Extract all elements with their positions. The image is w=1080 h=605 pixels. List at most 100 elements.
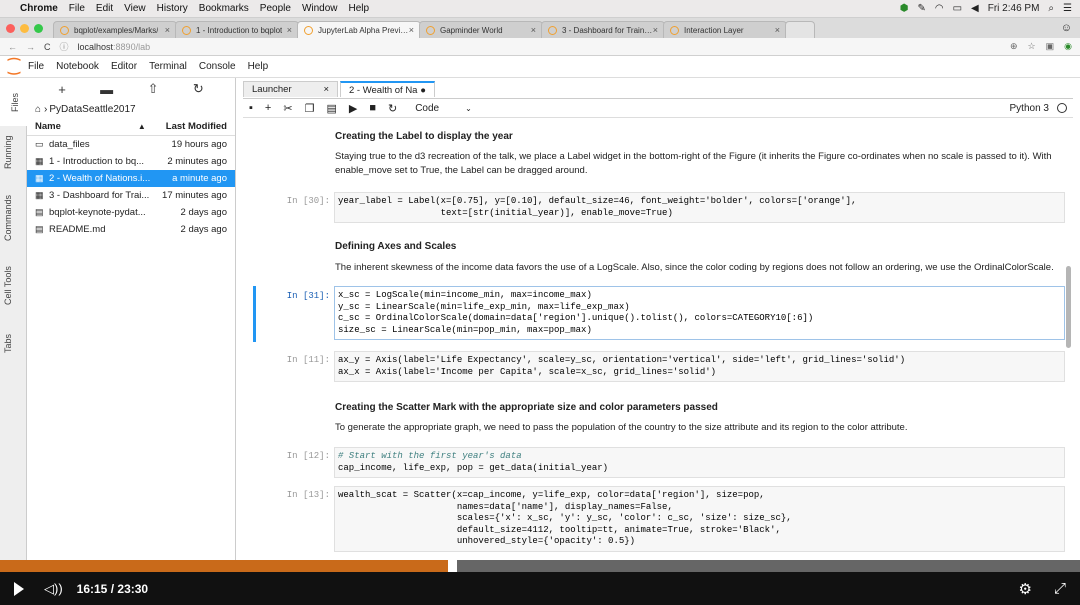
clock[interactable]: Fri 2:46 PM [988,3,1040,14]
volume-icon[interactable]: ◁)) [44,581,63,597]
insert-cell-icon[interactable]: + [265,102,271,114]
browser-tab-label: JupyterLab Alpha Preview [318,25,409,35]
jlab-menu-console[interactable]: Console [199,61,236,72]
side-tab-cell-tools[interactable]: Cell Tools [3,261,23,311]
close-tab-icon[interactable]: × [165,25,170,35]
breadcrumb-folder[interactable]: PyDataSeattle2017 [49,104,135,115]
side-tab-files[interactable]: Files [0,78,27,126]
menu-bookmarks[interactable]: Bookmarks [199,3,249,14]
code-cell[interactable]: ax_y = Axis(label='Life Expectancy', sca… [334,351,1065,382]
browser-tab[interactable]: Interaction Layer × [663,21,787,38]
file-row[interactable]: ▦ 1 - Introduction to bq... 2 minutes ago [27,153,235,170]
copy-icon[interactable]: ❐ [305,102,315,115]
save-icon[interactable]: ▪ [249,102,253,114]
close-tab-icon[interactable]: × [323,84,329,95]
code-cell[interactable]: # Start with the first year's data cap_in… [334,447,1065,478]
back-icon[interactable]: ← [8,42,17,52]
file-row[interactable]: ▤ README.md 2 days ago [27,221,235,238]
menu-file[interactable]: File [69,3,85,14]
jlab-menu-editor[interactable]: Editor [111,61,137,72]
file-row[interactable]: ▭ data_files 19 hours ago [27,136,235,153]
jlab-menu-terminal[interactable]: Terminal [149,61,187,72]
fullscreen-icon[interactable]: ⤢ [1054,580,1066,598]
jlab-menu-notebook[interactable]: Notebook [56,61,99,72]
cut-icon[interactable]: ✂ [283,102,292,115]
jlab-menu-file[interactable]: File [28,61,44,72]
settings-gear-icon[interactable]: ⚙ [1019,580,1032,598]
file-row[interactable]: ▦ 2 - Wealth of Nations.i... a minute ago [27,170,235,187]
markdown-cell[interactable]: Creating the Scatter Mark with the appro… [335,401,1060,435]
side-tab-commands[interactable]: Commands [3,188,23,248]
menu-edit[interactable]: Edit [96,3,113,14]
notification-icon[interactable]: ☰ [1063,3,1072,14]
zoom-icon[interactable]: ⊕ [1010,41,1018,52]
paste-icon[interactable]: ▤ [326,102,336,115]
sort-caret-icon[interactable]: ▲ [138,122,146,131]
upload-icon[interactable]: ⇧ [148,81,159,97]
extension-green-icon[interactable]: ◉ [1064,41,1072,52]
video-scrubber[interactable] [448,560,458,572]
menu-app-name[interactable]: Chrome [20,3,58,14]
run-icon[interactable]: ▶ [349,102,357,115]
minimize-window-button[interactable] [20,23,29,33]
close-tab-icon[interactable]: × [653,25,658,35]
reload-icon[interactable]: C [44,42,51,52]
close-window-button[interactable] [6,23,15,33]
jlab-menu-help[interactable]: Help [248,61,269,72]
menu-history[interactable]: History [157,3,188,14]
refresh-icon[interactable]: ↻ [193,81,204,97]
tab-launcher[interactable]: Launcher × [243,81,338,97]
shield-icon[interactable]: ⬢ [900,3,909,14]
cell-type-select[interactable]: Code [415,103,439,114]
tab-wealth-of-nations[interactable]: 2 - Wealth of Na ● [340,81,435,97]
close-tab-icon[interactable]: × [409,25,414,35]
forward-icon[interactable]: → [26,42,35,52]
menu-window[interactable]: Window [302,3,338,14]
close-tab-icon[interactable]: × [531,25,536,35]
stop-icon[interactable]: ■ [369,102,376,114]
menu-help[interactable]: Help [349,3,370,14]
side-tab-tabs[interactable]: Tabs [3,328,23,358]
info-icon[interactable]: ⓘ [60,40,69,53]
unsaved-dot-icon[interactable]: ● [420,85,426,96]
file-row[interactable]: ▦ 3 - Dashboard for Trai... 17 minutes ago [27,187,235,204]
browser-tab[interactable]: Gapminder World × [419,21,543,38]
wifi-icon[interactable]: ◠ [935,3,944,14]
play-icon[interactable] [14,582,24,596]
volume-icon[interactable]: ◀ [971,3,979,14]
markdown-cell[interactable]: Defining Axes and Scales The inherent sk… [335,240,1060,275]
zoom-window-button[interactable] [34,23,43,33]
close-tab-icon[interactable]: × [287,25,292,35]
markdown-cell[interactable]: Creating the Label to display the year S… [335,130,1060,178]
display-icon[interactable]: ▭ [953,3,962,14]
new-tab-button[interactable] [785,21,815,38]
browser-tab[interactable]: 1 - Introduction to bqplot × [175,21,299,38]
bookmark-star-icon[interactable]: ☆ [1028,41,1036,52]
spotlight-icon[interactable]: ⌕ [1048,3,1054,14]
column-last-modified[interactable]: Last Modified [166,121,227,132]
side-tab-running[interactable]: Running [3,130,23,174]
menu-view[interactable]: View [124,3,146,14]
evernote-icon[interactable]: ✎ [917,3,925,14]
kernel-name[interactable]: Python 3 [1010,103,1049,114]
browser-tab[interactable]: 3 - Dashboard for Training Ne× [541,21,665,38]
browser-tab[interactable]: bqplot/examples/Marks/ × [53,21,177,38]
video-progress-bar[interactable] [0,560,1080,572]
home-icon[interactable]: ⌂ [35,104,41,115]
file-row[interactable]: ▤ bqplot-keynote-pydat... 2 days ago [27,204,235,221]
restart-icon[interactable]: ↻ [388,102,397,115]
close-tab-icon[interactable]: × [775,25,780,35]
url-field[interactable]: localhost:8890/lab [78,42,151,52]
notebook-scrollbar[interactable] [1066,266,1071,348]
code-cell[interactable]: wealth_scat = Scatter(x=cap_income, y=li… [334,486,1065,552]
browser-tab-active[interactable]: JupyterLab Alpha Preview × [297,21,421,38]
chevron-down-icon[interactable]: ⌄ [465,104,472,113]
profile-icon[interactable]: ☺ [1061,22,1072,34]
code-cell[interactable]: year_label = Label(x=[0.75], y=[0.10], d… [334,192,1065,223]
code-cell-active[interactable]: x_sc = LogScale(min=income_min, max=inco… [334,286,1065,340]
menu-people[interactable]: People [260,3,291,14]
new-launcher-icon[interactable]: + [58,82,66,97]
column-name[interactable]: Name [35,121,138,132]
new-folder-icon[interactable]: ▬ [100,82,113,97]
extension-icon[interactable]: ▣ [1046,41,1055,52]
